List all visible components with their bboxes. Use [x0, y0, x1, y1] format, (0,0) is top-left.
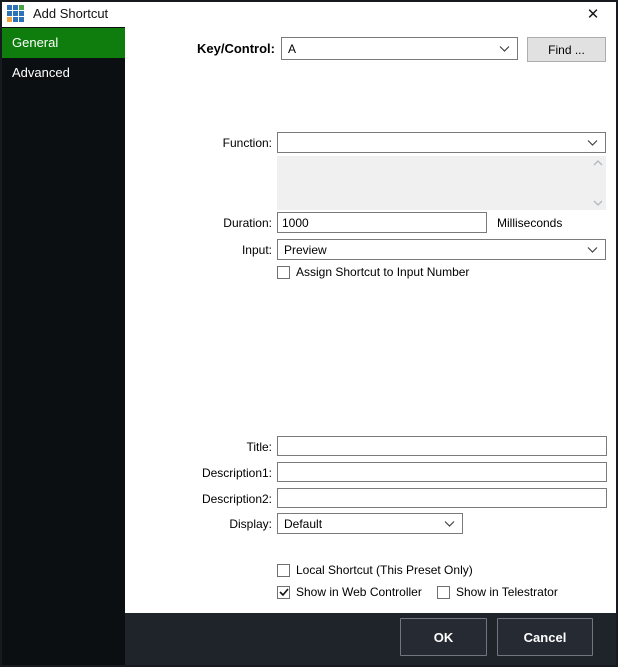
function-select[interactable] — [277, 132, 606, 153]
close-button[interactable]: ✕ — [576, 1, 610, 26]
show-in-web-controller-checkbox[interactable]: Show in Web Controller — [277, 585, 422, 599]
find-button[interactable]: Find ... — [527, 37, 606, 62]
checkbox-box — [437, 586, 450, 599]
scrollbar-down-button[interactable] — [592, 199, 603, 207]
checkbox-box — [277, 564, 290, 577]
cancel-button[interactable]: Cancel — [497, 618, 593, 656]
description1-label: Description1: — [125, 463, 272, 483]
duration-unit-label: Milliseconds — [497, 213, 607, 233]
input-label: Input: — [125, 240, 272, 260]
key-control-select[interactable]: A — [281, 37, 518, 60]
local-shortcut-checkbox[interactable]: Local Shortcut (This Preset Only) — [277, 563, 473, 577]
display-select[interactable]: Default — [277, 513, 463, 534]
key-control-value: A — [288, 38, 296, 59]
description2-label: Description2: — [125, 489, 272, 509]
chevron-up-icon — [593, 160, 603, 166]
checkbox-label: Local Shortcut (This Preset Only) — [296, 563, 473, 577]
window-title: Add Shortcut — [33, 0, 108, 27]
checkbox-box — [277, 586, 290, 599]
title-input[interactable] — [277, 436, 607, 456]
show-in-telestrator-checkbox[interactable]: Show in Telestrator — [437, 585, 558, 599]
duration-input[interactable] — [277, 212, 487, 233]
dialog-footer: OK Cancel — [125, 613, 618, 667]
checkbox-label: Show in Web Controller — [296, 585, 422, 599]
display-value: Default — [284, 514, 322, 533]
titlebar[interactable]: Add Shortcut ✕ — [0, 0, 618, 27]
function-label: Function: — [125, 133, 272, 153]
app-logo-icon — [7, 5, 24, 22]
checkbox-label: Assign Shortcut to Input Number — [296, 265, 469, 279]
function-description-listbox[interactable] — [277, 156, 606, 210]
add-shortcut-dialog: Add Shortcut ✕ General Advanced Key/Cont… — [0, 0, 618, 667]
ok-button[interactable]: OK — [400, 618, 487, 656]
input-value: Preview — [284, 240, 327, 259]
scrollbar-up-button[interactable] — [592, 159, 603, 167]
check-icon — [279, 587, 289, 597]
chevron-down-icon — [593, 200, 603, 206]
sidebar-item-general[interactable]: General — [0, 28, 125, 58]
description2-input[interactable] — [277, 488, 607, 508]
chevron-down-icon — [444, 520, 455, 527]
checkbox-box — [277, 266, 290, 279]
input-select[interactable]: Preview — [277, 239, 606, 260]
chevron-down-icon — [587, 139, 598, 146]
key-control-label: Key/Control: — [125, 39, 275, 59]
chevron-down-icon — [499, 45, 510, 52]
close-icon: ✕ — [587, 5, 600, 23]
chevron-down-icon — [587, 246, 598, 253]
checkbox-label: Show in Telestrator — [456, 585, 558, 599]
description1-input[interactable] — [277, 462, 607, 482]
title-label: Title: — [125, 437, 272, 457]
display-label: Display: — [125, 514, 272, 534]
sidebar-item-advanced[interactable]: Advanced — [0, 58, 125, 88]
duration-label: Duration: — [125, 213, 272, 233]
sidebar: General Advanced — [0, 27, 125, 667]
assign-to-input-number-checkbox[interactable]: Assign Shortcut to Input Number — [277, 265, 469, 279]
